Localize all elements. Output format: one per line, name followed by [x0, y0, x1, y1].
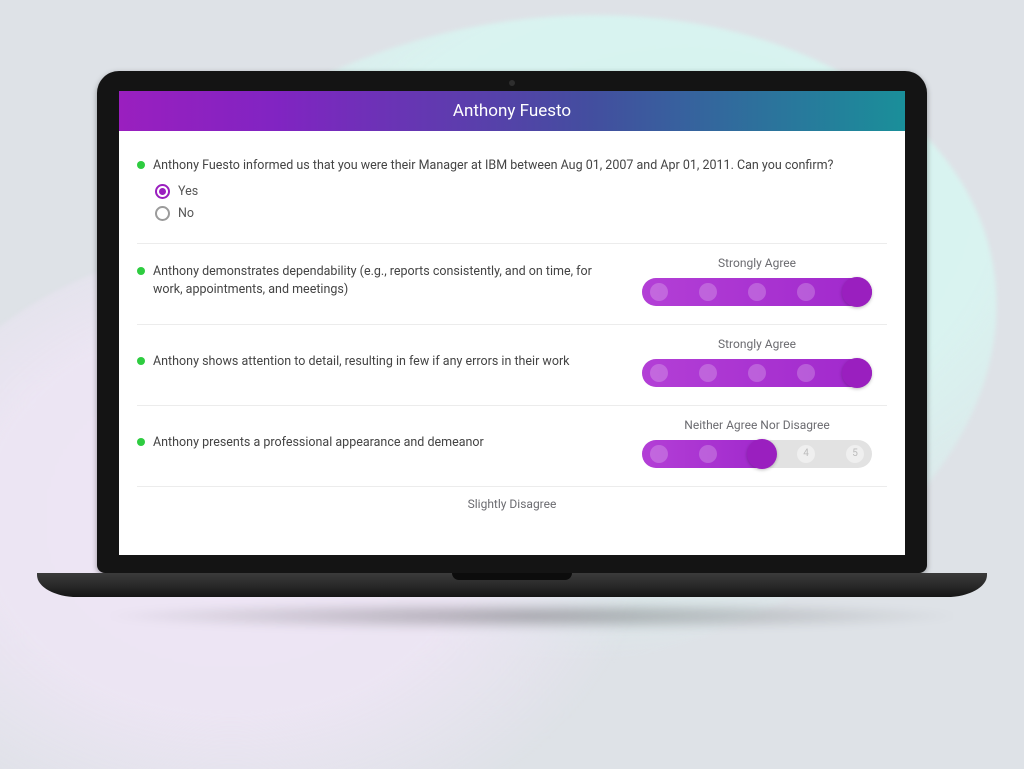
- radio-label: Yes: [178, 184, 198, 199]
- slider-knob-icon: [842, 277, 872, 307]
- app-screen: Anthony Fuesto Anthony Fuesto informed u…: [119, 91, 905, 555]
- next-rating-peek: Slightly Disagree: [137, 487, 887, 511]
- slider-knob-icon: [842, 358, 872, 388]
- rating-slider[interactable]: [642, 278, 872, 306]
- rating-section: Anthony presents a professional appearan…: [137, 406, 887, 487]
- bullet-icon: [137, 267, 145, 275]
- rating-control: Neither Agree Nor Disagree 4 5: [627, 418, 887, 468]
- rating-question-text: Anthony presents a professional appearan…: [153, 434, 607, 452]
- app-header: Anthony Fuesto: [119, 91, 905, 131]
- confirm-question-line: Anthony Fuesto informed us that you were…: [137, 157, 887, 175]
- rating-value-label: Strongly Agree: [627, 337, 887, 351]
- bullet-icon: [137, 161, 145, 169]
- confirm-radio-group: Yes No: [137, 181, 887, 225]
- bullet-icon: [137, 357, 145, 365]
- radio-option-no[interactable]: No: [155, 203, 887, 225]
- confirm-section: Anthony Fuesto informed us that you were…: [137, 145, 887, 244]
- radio-option-yes[interactable]: Yes: [155, 181, 887, 203]
- slider-stop-label: 5: [846, 445, 864, 463]
- rating-value-label: Slightly Disagree: [382, 497, 642, 511]
- rating-question-line: Anthony presents a professional appearan…: [137, 434, 607, 452]
- rating-slider[interactable]: [642, 359, 872, 387]
- bullet-icon: [137, 438, 145, 446]
- rating-control: Strongly Agree: [627, 337, 887, 387]
- rating-question-line: Anthony demonstrates dependability (e.g.…: [137, 263, 607, 298]
- survey-content: Anthony Fuesto informed us that you were…: [119, 131, 905, 511]
- rating-question-line: Anthony shows attention to detail, resul…: [137, 353, 607, 371]
- rating-section: Anthony shows attention to detail, resul…: [137, 325, 887, 406]
- radio-label: No: [178, 206, 194, 221]
- rating-slider[interactable]: 4 5: [642, 440, 872, 468]
- rating-control: Strongly Agree: [627, 256, 887, 306]
- rating-value-label: Neither Agree Nor Disagree: [627, 418, 887, 432]
- rating-question-text: Anthony shows attention to detail, resul…: [153, 353, 607, 371]
- radio-icon: [155, 184, 170, 199]
- radio-icon: [155, 206, 170, 221]
- confirm-question-text: Anthony Fuesto informed us that you were…: [153, 157, 887, 175]
- rating-section: Anthony demonstrates dependability (e.g.…: [137, 244, 887, 325]
- laptop-mockup: Anthony Fuesto Anthony Fuesto informed u…: [97, 71, 927, 631]
- laptop-base: [37, 573, 987, 597]
- rating-question-text: Anthony demonstrates dependability (e.g.…: [153, 263, 607, 298]
- page-title: Anthony Fuesto: [453, 101, 571, 121]
- slider-stop-label: 4: [797, 445, 815, 463]
- camera-icon: [509, 80, 515, 86]
- slider-knob-icon: [747, 439, 777, 469]
- rating-value-label: Strongly Agree: [627, 256, 887, 270]
- laptop-lid: Anthony Fuesto Anthony Fuesto informed u…: [97, 71, 927, 573]
- laptop-shadow: [97, 601, 967, 631]
